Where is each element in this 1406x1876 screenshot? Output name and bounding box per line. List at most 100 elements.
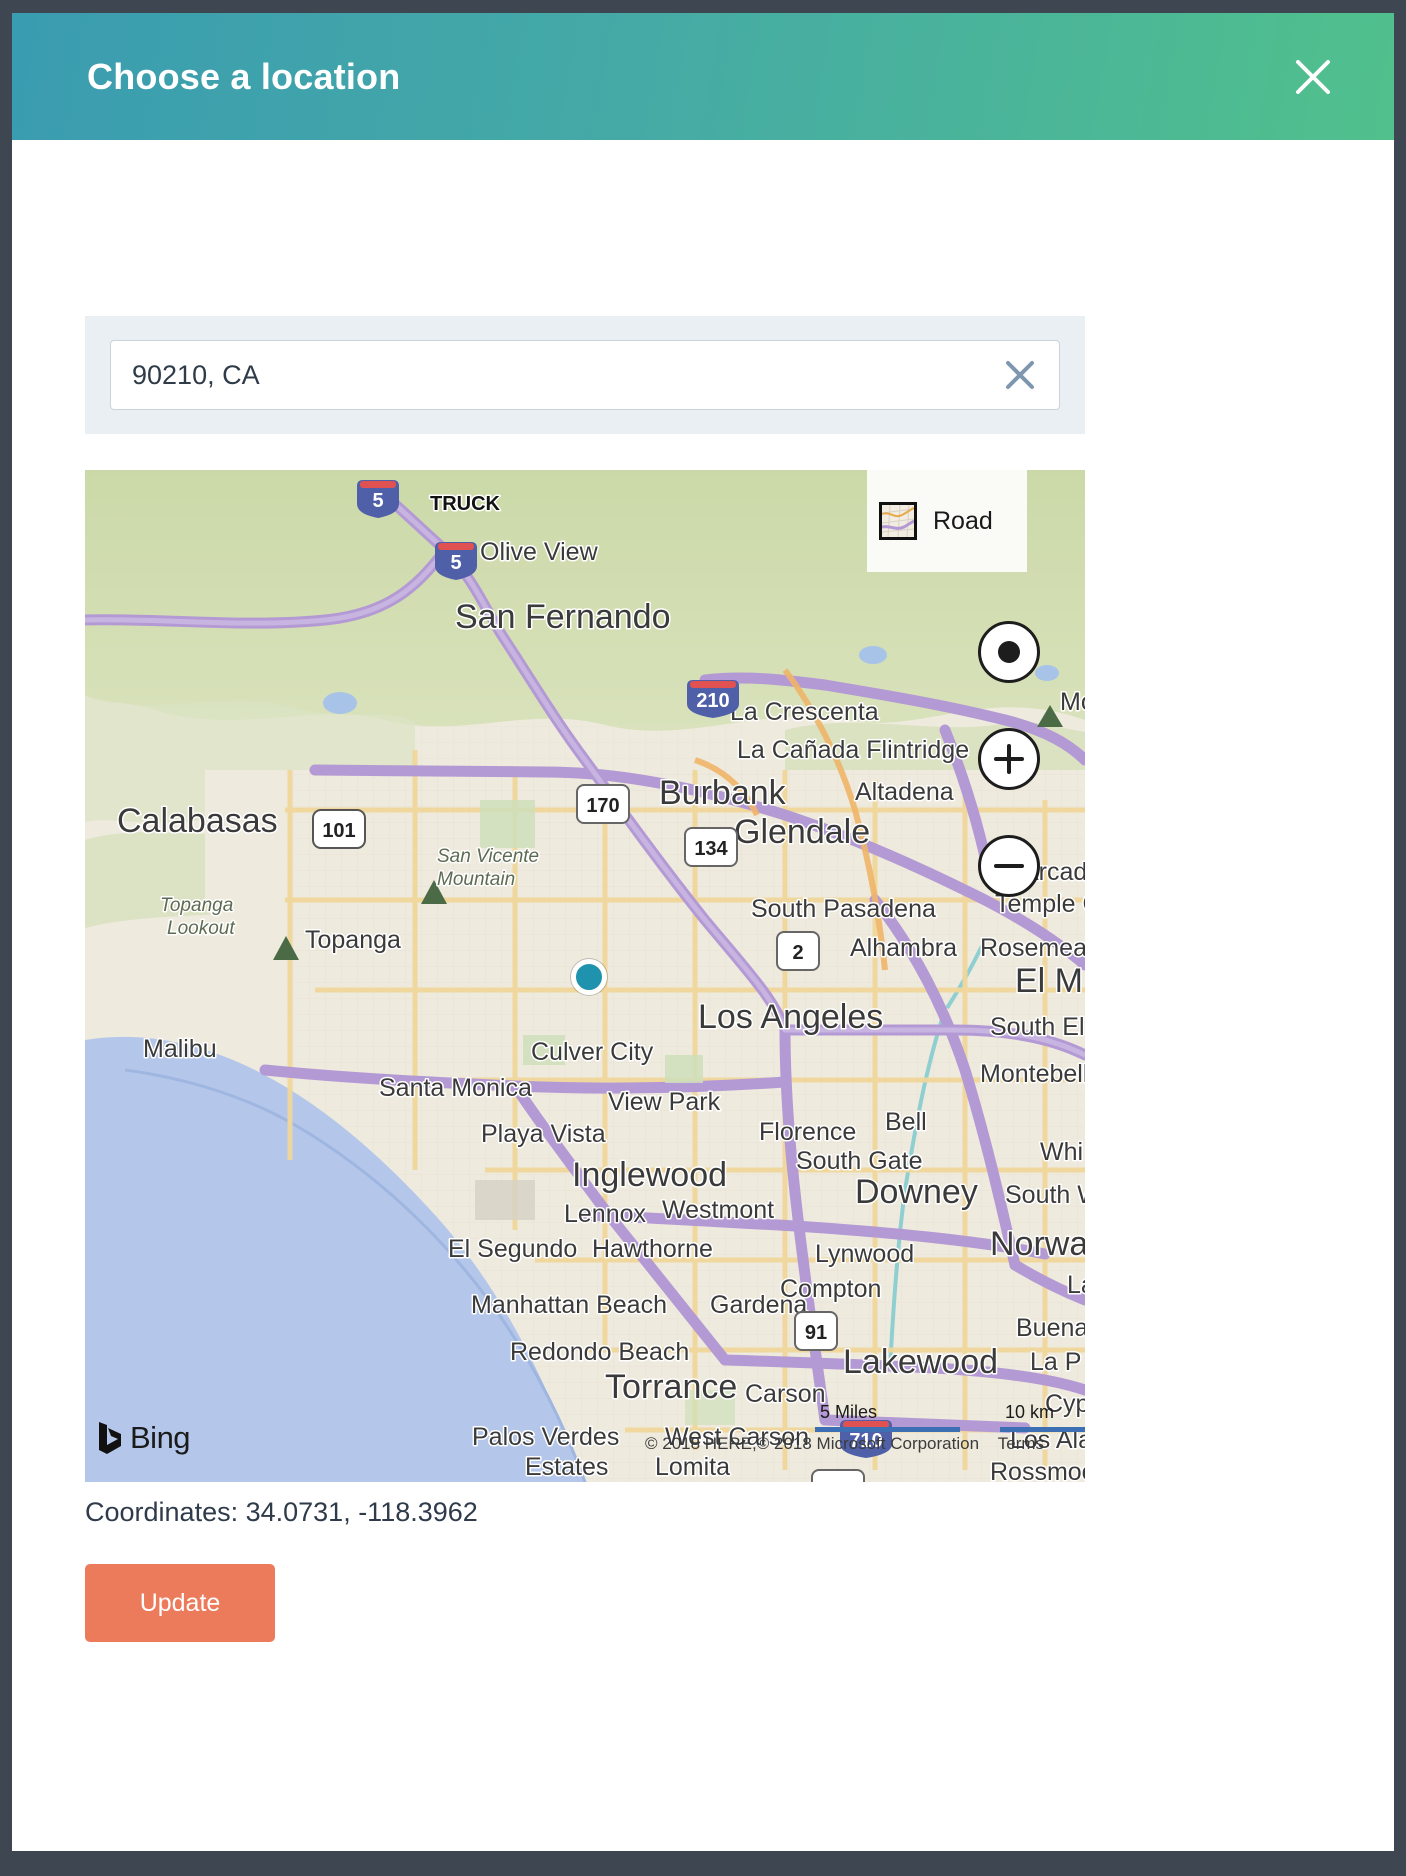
map-place-label: TRUCK: [430, 493, 501, 515]
search-panel: [85, 316, 1085, 434]
map-place-label: Downey: [855, 1173, 978, 1211]
map-place-label: South Pasadena: [751, 895, 936, 923]
map-place-label: La Crescenta: [730, 698, 879, 726]
route-shield-label: 91: [805, 1322, 827, 1344]
zoom-out-button[interactable]: [978, 835, 1040, 897]
map-place-label: Buena: [1016, 1314, 1085, 1342]
map-terms-link[interactable]: Terms: [998, 1434, 1044, 1453]
route-shield-label: 134: [694, 838, 728, 860]
map-attribution-text: © 2018 HERE,© 2018 Microsoft Corporation: [645, 1434, 979, 1453]
update-button[interactable]: Update: [85, 1564, 275, 1642]
scale-bar-miles: [815, 1427, 960, 1432]
map-place-label: Inglewood: [572, 1156, 727, 1194]
map-place-label: Hawthorne: [592, 1235, 713, 1263]
map-place-label: El Segundo: [448, 1235, 577, 1263]
route-shield: 103: [812, 1470, 864, 1482]
map-place-label: El M: [1015, 962, 1083, 1000]
bing-b-icon: [97, 1421, 123, 1455]
map-place-label: Lennox: [564, 1200, 647, 1228]
route-shield-label: 103: [821, 1480, 854, 1482]
plus-icon: [994, 744, 1024, 774]
map-place-label: Lomita: [655, 1453, 730, 1481]
road-map-thumbnail-icon: [879, 502, 917, 540]
page-title: Choose a location: [87, 56, 400, 98]
map-place-label: Estates: [525, 1453, 608, 1481]
map-place-label: Gardena: [710, 1291, 807, 1319]
modal-body: TRUCK Olive View San Fernando La Crescenta L…: [12, 140, 1394, 1851]
map-place-label: Topanga: [305, 926, 401, 954]
map-place-label: La Cañada Flintridge: [737, 736, 969, 764]
zoom-in-button[interactable]: [978, 728, 1040, 790]
route-shield-label: 101: [322, 820, 355, 842]
map-place-label: Los Angeles: [698, 998, 883, 1036]
route-shield-label: 170: [586, 795, 619, 817]
map-place-label: Lakewood: [843, 1343, 998, 1381]
map-place-label: View Park: [608, 1088, 721, 1116]
map-place-label: La: [1067, 1271, 1085, 1299]
scale-miles-label: 5 Miles: [820, 1402, 877, 1423]
route-shield: 210: [687, 680, 739, 718]
map-place-label: Westmont: [662, 1196, 774, 1224]
map-place-label: Lookout: [167, 918, 235, 939]
map-place-label: Glendale: [734, 813, 870, 851]
map-attribution: © 2018 HERE,© 2018 Microsoft Corporation…: [645, 1434, 1044, 1454]
map-place-label: La P: [1030, 1348, 1081, 1376]
map-place-label: Calabasas: [117, 802, 278, 840]
map-place-label: Lynwood: [815, 1240, 914, 1268]
map-place-label: South El: [990, 1013, 1085, 1041]
map-place-label: San Vicente: [437, 846, 539, 867]
map-place-label: Malibu: [143, 1035, 217, 1063]
map-place-label: Topanga: [160, 895, 233, 916]
route-shield: 5: [357, 480, 399, 518]
map-place-label: Olive View: [480, 538, 599, 566]
route-shield-label: 5: [372, 490, 383, 512]
route-shield: 91: [795, 1312, 837, 1350]
map-place-label: Rossmoor: [990, 1458, 1085, 1482]
map-place-label: Norwalk: [990, 1225, 1085, 1263]
map-place-label: Carson: [745, 1380, 826, 1408]
route-shield: 5: [435, 542, 477, 580]
map-place-label: Palos Verdes: [472, 1423, 619, 1451]
route-shield: 134: [685, 828, 737, 866]
minus-icon: [994, 851, 1024, 881]
map-place-label: Torrance: [605, 1368, 737, 1406]
map-place-label: Montebello: [980, 1060, 1085, 1088]
map-viewport[interactable]: TRUCK Olive View San Fernando La Crescenta L…: [85, 470, 1085, 1482]
route-shield: 2: [777, 932, 819, 970]
map-place-label: Alhambra: [850, 934, 957, 962]
map-place-label: Altadena: [855, 778, 954, 806]
scale-bar-km: [1000, 1427, 1085, 1432]
locate-icon[interactable]: [978, 621, 1040, 683]
map-place-label: Manhattan Beach: [471, 1291, 667, 1319]
route-shield-label: 2: [792, 942, 803, 964]
clear-search-icon[interactable]: [1003, 358, 1037, 392]
map-place-label: Redondo Beach: [510, 1338, 689, 1366]
bing-label: Bing: [130, 1420, 190, 1456]
modal-header: Choose a location: [12, 13, 1394, 140]
search-input[interactable]: [111, 341, 969, 409]
app-root: Choose a location: [0, 0, 1406, 1876]
map-place-label: Whi: [1040, 1138, 1083, 1166]
map-place-label: South W: [1005, 1181, 1085, 1209]
selected-location-marker[interactable]: [571, 959, 607, 995]
route-shield-label: 210: [696, 690, 729, 712]
map-place-label: Mountain: [437, 869, 515, 890]
close-icon[interactable]: [1290, 54, 1336, 100]
search-box[interactable]: [110, 340, 1060, 410]
map-place-label: Burbank: [659, 774, 787, 812]
map-place-label: San Fernando: [455, 598, 671, 636]
map-type-selector[interactable]: Road: [867, 470, 1027, 572]
map-place-label: Bell: [885, 1108, 927, 1136]
map-place-label: Rosemead: [980, 934, 1085, 962]
route-shield: 170: [577, 785, 629, 823]
bing-logo[interactable]: Bing: [97, 1420, 190, 1456]
route-shield-label: 5: [450, 552, 461, 574]
scale-km-label: 10 km: [1005, 1402, 1054, 1423]
coordinates-readout: Coordinates: 34.0731, -118.3962: [85, 1497, 478, 1528]
map-place-label: South Gate: [796, 1147, 922, 1175]
map-place-label: Santa Monica: [379, 1074, 532, 1102]
route-shield: 101: [313, 810, 365, 848]
locate-dot: [998, 641, 1020, 663]
map-place-label: Mo: [1060, 688, 1085, 716]
map-place-label: Playa Vista: [481, 1120, 606, 1148]
